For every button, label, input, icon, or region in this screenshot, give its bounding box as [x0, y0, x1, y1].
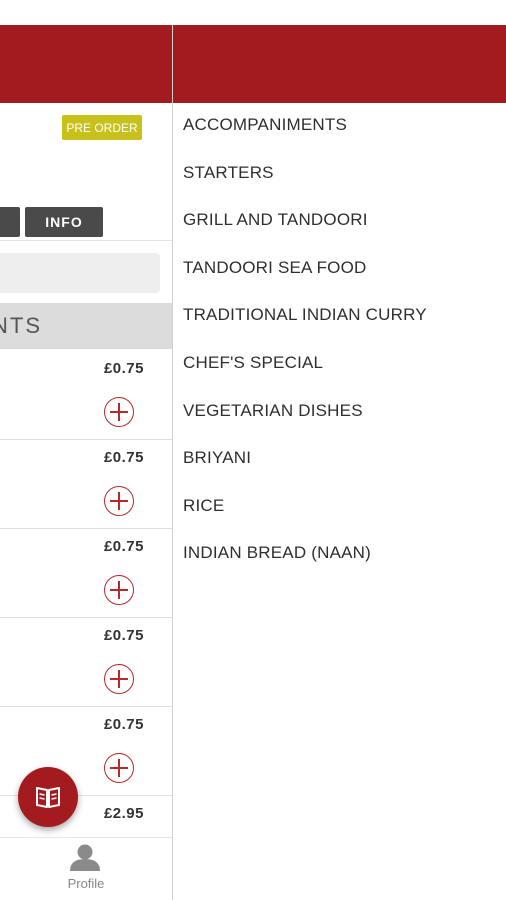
add-icon[interactable]	[104, 397, 134, 427]
item-price: £0.75	[103, 716, 144, 733]
category-item-starters[interactable]: STARTERS	[183, 162, 427, 210]
section-header: NTS	[0, 303, 172, 349]
tab-partial[interactable]	[0, 207, 20, 237]
pre-order-badge: PRE ORDER	[62, 115, 142, 140]
add-icon[interactable]	[104, 753, 134, 783]
profile-icon[interactable]	[68, 843, 102, 871]
item-price: £0.75	[103, 449, 144, 466]
status-bar	[0, 0, 506, 25]
category-item-vegetarian-dishes[interactable]: VEGETARIAN DISHES	[183, 400, 427, 448]
bottom-nav: Profile	[0, 837, 172, 900]
item-price: £0.75	[103, 627, 144, 644]
search-input[interactable]	[0, 253, 160, 293]
list-item[interactable]: £0.75	[0, 617, 172, 707]
tab-info[interactable]: INFO	[25, 207, 103, 237]
list-item[interactable]: £0.75	[0, 439, 172, 529]
add-icon[interactable]	[104, 486, 134, 516]
menu-screen: PRE ORDER INFO NTS £0.75 £0.75 £0.75 £0.…	[0, 25, 172, 900]
category-item-accompaniments[interactable]: ACCOMPANIMENTS	[183, 114, 427, 162]
category-list: ACCOMPANIMENTS STARTERS GRILL AND TANDOO…	[183, 114, 427, 590]
category-item-traditional-indian-curry[interactable]: TRADITIONAL INDIAN CURRY	[183, 304, 427, 352]
menu-book-icon	[36, 787, 60, 808]
add-icon[interactable]	[104, 664, 134, 694]
list-item[interactable]: £0.75	[0, 350, 172, 440]
list-item[interactable]: £0.75	[0, 528, 172, 618]
category-item-briyani[interactable]: BRIYANI	[183, 447, 427, 495]
category-item-indian-bread[interactable]: INDIAN BREAD (NAAN)	[183, 542, 427, 590]
drawer-header	[173, 25, 506, 103]
category-item-grill-and-tandoori[interactable]: GRILL AND TANDOORI	[183, 209, 427, 257]
item-price: £0.75	[103, 538, 144, 555]
item-price: £2.95	[103, 805, 144, 822]
profile-label[interactable]: Profile	[0, 876, 172, 891]
category-item-chefs-special[interactable]: CHEF'S SPECIAL	[183, 352, 427, 400]
divider	[0, 240, 172, 241]
app-header	[0, 25, 172, 103]
add-icon[interactable]	[104, 575, 134, 605]
category-drawer: ACCOMPANIMENTS STARTERS GRILL AND TANDOO…	[172, 25, 506, 900]
category-item-rice[interactable]: RICE	[183, 495, 427, 543]
section-header-label: NTS	[0, 313, 42, 338]
item-price: £0.75	[103, 360, 144, 377]
menu-fab-button[interactable]	[18, 767, 78, 827]
category-item-tandoori-sea-food[interactable]: TANDOORI SEA FOOD	[183, 257, 427, 305]
